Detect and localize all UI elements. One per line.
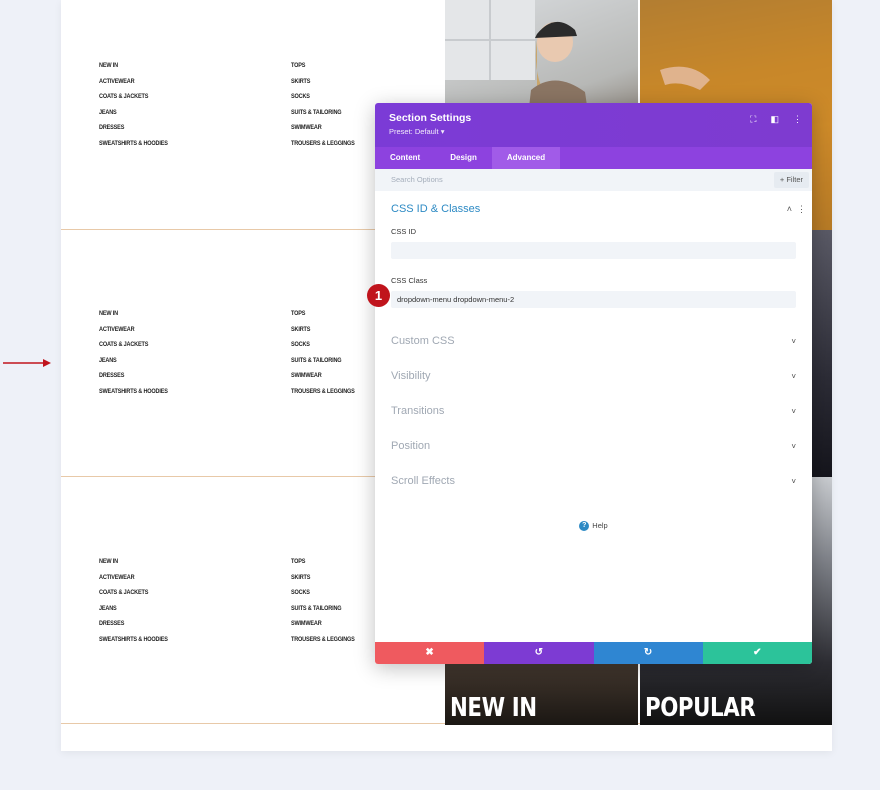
menu-item[interactable]: SWEATSHIRTS & HOODIES <box>99 136 201 152</box>
tab-design[interactable]: Design <box>435 147 492 169</box>
modal-footer: ✖ ↺ ↻ ✔ <box>375 642 812 664</box>
modal-header-icons: ⛶ ◧ ⋮ <box>750 114 802 125</box>
menu-item[interactable]: TOPS <box>291 58 393 74</box>
group-title: Scroll Effects <box>391 475 455 487</box>
menu-item[interactable]: NEW IN <box>99 306 201 322</box>
menu-column-left: NEW IN ACTIVEWEAR COATS & JACKETS JEANS … <box>99 58 219 152</box>
group-custom-css[interactable]: Custom CSS ˅ <box>391 324 796 359</box>
group-title: Visibility <box>391 370 431 382</box>
preset-dropdown[interactable]: Preset: Default ▾ <box>389 127 798 136</box>
menu-item[interactable]: SWEATSHIRTS & HOODIES <box>99 632 201 648</box>
modal-tabs: Content Design Advanced <box>375 147 812 169</box>
chevron-down-icon: ˅ <box>791 372 796 381</box>
group-transitions[interactable]: Transitions ˅ <box>391 394 796 429</box>
tab-advanced[interactable]: Advanced <box>491 147 561 169</box>
chevron-down-icon: ˅ <box>791 477 796 486</box>
menu-item[interactable]: ACTIVEWEAR <box>99 74 201 90</box>
group-menu-icon[interactable]: ⋮ <box>797 204 806 214</box>
search-options-bar: Search Options + Filter <box>375 169 812 191</box>
menu-item[interactable]: COATS & JACKETS <box>99 337 201 353</box>
group-scroll-effects[interactable]: Scroll Effects ˅ <box>391 464 796 499</box>
group-position[interactable]: Position ˅ <box>391 429 796 464</box>
chevron-down-icon: ˅ <box>791 337 796 346</box>
menu-item[interactable]: COATS & JACKETS <box>99 89 201 105</box>
cancel-button[interactable]: ✖ <box>375 642 485 664</box>
menu-item[interactable]: SWEATSHIRTS & HOODIES <box>99 384 201 400</box>
fullscreen-icon[interactable]: ⛶ <box>750 114 756 125</box>
menu-column-left: NEW IN ACTIVEWEAR COATS & JACKETS JEANS … <box>99 554 219 648</box>
css-class-field[interactable]: dropdown-menu dropdown-menu-2 <box>391 291 796 308</box>
tile-caption-new-in: NEW IN <box>450 693 537 723</box>
search-options-input[interactable]: Search Options <box>391 175 443 184</box>
modal-header[interactable]: Section Settings Preset: Default ▾ ⛶ ◧ ⋮ <box>375 103 812 147</box>
group-title: Position <box>391 440 431 452</box>
menu-item[interactable]: DRESSES <box>99 120 201 136</box>
menu-item[interactable]: NEW IN <box>99 554 201 570</box>
menu-item[interactable]: ACTIVEWEAR <box>99 322 201 338</box>
css-id-label: CSS ID <box>391 227 417 236</box>
menu-column-left: NEW IN ACTIVEWEAR COATS & JACKETS JEANS … <box>99 306 219 400</box>
menu-item[interactable]: ACTIVEWEAR <box>99 570 201 586</box>
group-title: Custom CSS <box>391 335 455 347</box>
css-class-label: CSS Class <box>391 276 428 285</box>
group-title: Transitions <box>391 405 445 417</box>
group-css-id-classes[interactable]: CSS ID & Classes ˄ ⋮ <box>391 191 806 227</box>
redo-button[interactable]: ↻ <box>593 642 703 664</box>
pointer-arrow-icon <box>3 359 51 367</box>
modal-body: CSS ID & Classes ˄ ⋮ CSS ID CSS Class dr… <box>375 191 812 532</box>
menu-item[interactable]: JEANS <box>99 105 201 121</box>
filter-button[interactable]: + Filter <box>773 172 809 188</box>
tile-caption-popular: POPULAR <box>645 693 756 723</box>
collapse-controls[interactable]: ˄ ⋮ <box>787 191 806 227</box>
modal-title: Section Settings <box>389 112 472 124</box>
css-id-field[interactable] <box>391 242 796 259</box>
group-title: CSS ID & Classes <box>391 203 481 215</box>
menu-item[interactable]: COATS & JACKETS <box>99 585 201 601</box>
menu-item[interactable]: SKIRTS <box>291 74 393 90</box>
undo-button[interactable]: ↺ <box>484 642 594 664</box>
more-options-icon[interactable]: ⋮ <box>793 114 802 125</box>
menu-item[interactable]: DRESSES <box>99 368 201 384</box>
chevron-down-icon: ˅ <box>791 442 796 451</box>
save-button[interactable]: ✔ <box>702 642 812 664</box>
menu-item[interactable]: NEW IN <box>99 58 201 74</box>
menu-item[interactable]: JEANS <box>99 353 201 369</box>
help-label: Help <box>592 521 608 530</box>
menu-item[interactable]: JEANS <box>99 601 201 617</box>
tab-content[interactable]: Content <box>375 147 435 169</box>
step-badge: 1 <box>367 284 390 307</box>
help-link[interactable]: ? Help <box>391 521 796 532</box>
chevron-down-icon: ˅ <box>791 407 796 416</box>
split-view-icon[interactable]: ◧ <box>770 114 779 125</box>
help-icon: ? <box>579 521 590 532</box>
chevron-up-icon[interactable]: ˄ <box>787 204 792 214</box>
section-settings-modal: Section Settings Preset: Default ▾ ⛶ ◧ ⋮… <box>375 103 812 664</box>
menu-item[interactable]: DRESSES <box>99 616 201 632</box>
group-visibility[interactable]: Visibility ˅ <box>391 359 796 394</box>
